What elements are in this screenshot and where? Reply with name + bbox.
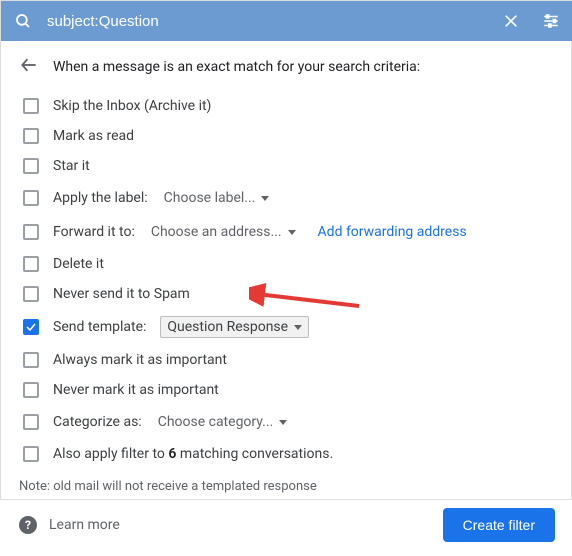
option-label: Send template:: [53, 319, 146, 335]
option-label: Apply the label:: [53, 190, 148, 206]
checkbox[interactable]: [23, 446, 39, 462]
checkbox[interactable]: [23, 414, 39, 430]
forward-address-select[interactable]: Choose an address...: [149, 222, 298, 242]
create-filter-button[interactable]: Create filter: [443, 508, 555, 542]
option-forward[interactable]: Forward it to: Choose an address... Add …: [19, 215, 555, 249]
option-label: Categorize as:: [53, 414, 142, 430]
select-value: Choose an address...: [151, 224, 282, 240]
option-label: Forward it to:: [53, 224, 135, 240]
select-value: Question Response: [167, 319, 288, 335]
checkbox[interactable]: [23, 98, 39, 114]
option-label: Also apply filter to 6 matching conversa…: [53, 446, 333, 462]
template-select[interactable]: Question Response: [160, 316, 309, 338]
option-also-apply[interactable]: Also apply filter to 6 matching conversa…: [19, 439, 555, 469]
learn-more-link[interactable]: Learn more: [49, 517, 120, 533]
option-label: Always mark it as important: [53, 352, 227, 368]
filter-actions-panel: When a message is an exact match for you…: [1, 41, 572, 494]
checkbox[interactable]: [23, 286, 39, 302]
checkbox[interactable]: [23, 382, 39, 398]
option-apply-label[interactable]: Apply the label: Choose label...: [19, 181, 555, 215]
note-text: Note: old mail will not receive a templa…: [19, 479, 555, 494]
close-icon[interactable]: [499, 9, 523, 33]
option-skip-inbox[interactable]: Skip the Inbox (Archive it): [19, 91, 555, 121]
chevron-down-icon: [279, 420, 287, 425]
option-label: Skip the Inbox (Archive it): [53, 98, 211, 114]
option-delete[interactable]: Delete it: [19, 249, 555, 279]
select-value: Choose label...: [164, 190, 256, 206]
chevron-down-icon: [288, 230, 296, 235]
option-send-template[interactable]: Send template: Question Response: [19, 309, 555, 345]
checkbox[interactable]: [23, 256, 39, 272]
panel-title: When a message is an exact match for you…: [53, 59, 420, 75]
chevron-down-icon: [294, 325, 302, 330]
option-never-important[interactable]: Never mark it as important: [19, 375, 555, 405]
label-select[interactable]: Choose label...: [162, 188, 272, 208]
option-label: Never send it to Spam: [53, 286, 190, 302]
option-always-important[interactable]: Always mark it as important: [19, 345, 555, 375]
back-arrow-icon[interactable]: [19, 55, 39, 79]
option-star[interactable]: Star it: [19, 151, 555, 181]
option-label: Star it: [53, 158, 90, 174]
search-icon: [11, 9, 35, 33]
checkbox[interactable]: [23, 128, 39, 144]
option-mark-read[interactable]: Mark as read: [19, 121, 555, 151]
option-never-spam[interactable]: Never send it to Spam: [19, 279, 555, 309]
search-bar: [1, 1, 572, 41]
help-icon[interactable]: ?: [19, 516, 37, 534]
search-input[interactable]: [45, 12, 499, 31]
option-categorize[interactable]: Categorize as: Choose category...: [19, 405, 555, 439]
add-forwarding-link[interactable]: Add forwarding address: [318, 224, 467, 240]
checkbox[interactable]: [23, 224, 39, 240]
chevron-down-icon: [261, 196, 269, 201]
checkbox[interactable]: [23, 352, 39, 368]
footer: ? Learn more Create filter: [1, 494, 572, 556]
select-value: Choose category...: [158, 414, 274, 430]
option-label: Mark as read: [53, 128, 134, 144]
category-select[interactable]: Choose category...: [156, 412, 290, 432]
checkbox[interactable]: [23, 158, 39, 174]
option-label: Delete it: [53, 256, 104, 272]
checkbox[interactable]: [23, 190, 39, 206]
option-label: Never mark it as important: [53, 382, 219, 398]
filter-options-icon[interactable]: [539, 9, 563, 33]
checkbox[interactable]: [23, 319, 39, 335]
